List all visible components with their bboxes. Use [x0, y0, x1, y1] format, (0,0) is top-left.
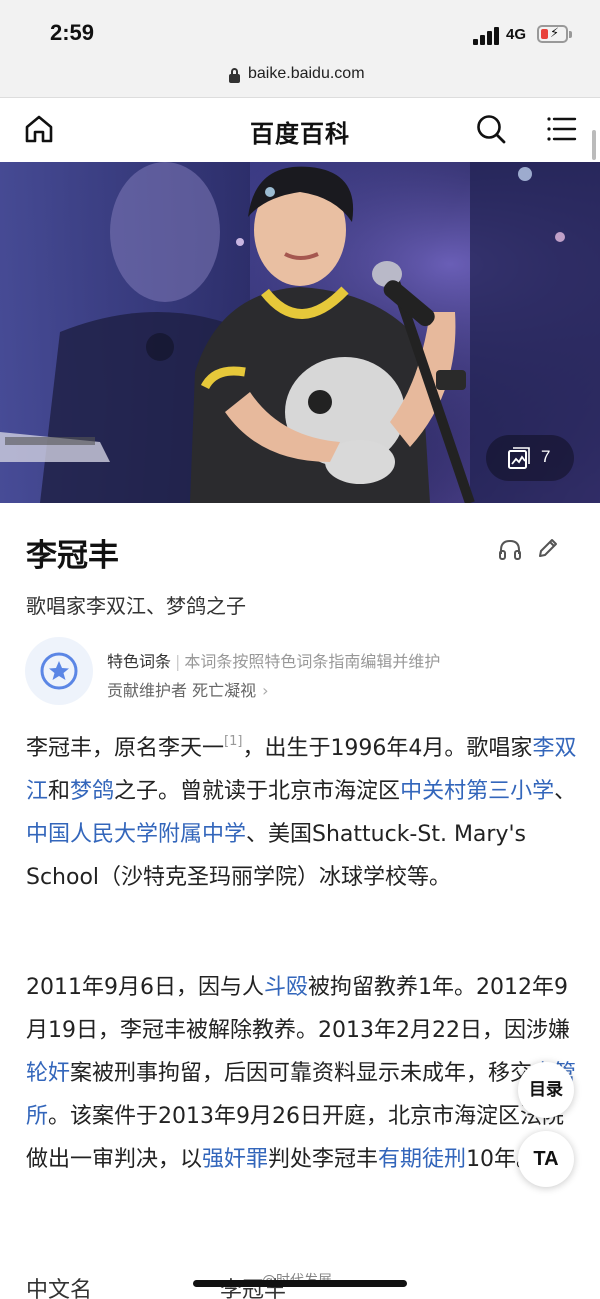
link-youqi-tuxing[interactable]: 有期徒刑	[378, 1147, 466, 1172]
hero-photo[interactable]: 7	[0, 162, 600, 503]
status-bar: 2:59 4G ⚡	[0, 0, 600, 60]
gallery-icon	[508, 447, 530, 469]
entry-title: 李冠丰	[26, 538, 119, 574]
infobox-label-chinese-name: 中文名	[26, 1278, 93, 1299]
url-bar[interactable]: baike.baidu.com	[0, 60, 600, 98]
featured-entry-label[interactable]: 特色词条	[107, 652, 171, 671]
photo-count: 7	[541, 447, 551, 466]
headphones-icon[interactable]	[498, 538, 522, 560]
lock-icon	[229, 68, 240, 83]
network-type: 4G	[506, 26, 527, 43]
ta-button[interactable]: TA	[518, 1131, 574, 1187]
star-badge-icon	[40, 652, 78, 690]
maintainer-line[interactable]: 贡献维护者 死亡凝视 ›	[107, 677, 269, 701]
reference-marker[interactable]: [1]	[224, 734, 242, 749]
site-header: 百度百科	[0, 98, 600, 162]
home-indicator[interactable]	[193, 1280, 407, 1287]
featured-entry-description: 本词条按照特色词条指南编辑并维护	[184, 652, 441, 671]
text: 判处李冠丰	[268, 1147, 379, 1172]
battery-icon: ⚡	[537, 25, 568, 43]
scroll-indicator	[592, 130, 596, 160]
text: 案被刑事拘留，后因可靠资料显示未成年，移交	[70, 1061, 533, 1086]
url-text[interactable]: baike.baidu.com	[248, 65, 365, 83]
text: 李冠丰，原名李天一	[26, 736, 225, 761]
history-paragraph: 2011年9月6日，因与人斗殴被拘留教养1年。2012年9月19日，李冠丰被解除…	[26, 966, 578, 1181]
text: 2011年9月6日，因与人	[26, 975, 264, 1000]
table-of-contents-button[interactable]: 目录	[518, 1062, 574, 1118]
text: ，出生于1996年4月。歌唱家	[242, 736, 533, 761]
link-douou[interactable]: 斗殴	[264, 975, 308, 1000]
site-title[interactable]: 百度百科	[0, 114, 600, 149]
entry-subtitle: 歌唱家李双江、梦鸽之子	[26, 594, 246, 618]
status-time: 2:59	[50, 20, 95, 45]
chevron-right-icon: ›	[262, 681, 269, 700]
featured-entry-line: 特色词条 | 本词条按照特色词条指南编辑并维护	[107, 652, 441, 671]
link-meng-ge[interactable]: 梦鸽	[70, 779, 114, 804]
edit-pencil-icon[interactable]	[536, 536, 560, 560]
cellular-signal-icon	[473, 27, 500, 45]
text: 之子。曾就读于北京市海淀区	[114, 779, 401, 804]
featured-entry-badge	[25, 637, 93, 705]
search-icon[interactable]	[474, 112, 508, 146]
text: 、	[554, 779, 577, 804]
link-qiangjianzui[interactable]: 强奸罪	[202, 1147, 268, 1172]
maintainer-label[interactable]: 贡献维护者 死亡凝视	[107, 681, 256, 700]
link-zhongguancun-school[interactable]: 中关村第三小学	[400, 779, 554, 804]
menu-icon[interactable]	[544, 112, 578, 146]
summary-paragraph: 李冠丰，原名李天一[1]，出生于1996年4月。歌唱家李双江和梦鸽之子。曾就读于…	[26, 727, 578, 899]
link-renda-fuzhong[interactable]: 中国人民大学附属中学	[26, 822, 246, 847]
text: 和	[48, 779, 71, 804]
link-lunjian[interactable]: 轮奸	[26, 1061, 70, 1086]
photo-gallery-button[interactable]: 7	[486, 435, 574, 481]
